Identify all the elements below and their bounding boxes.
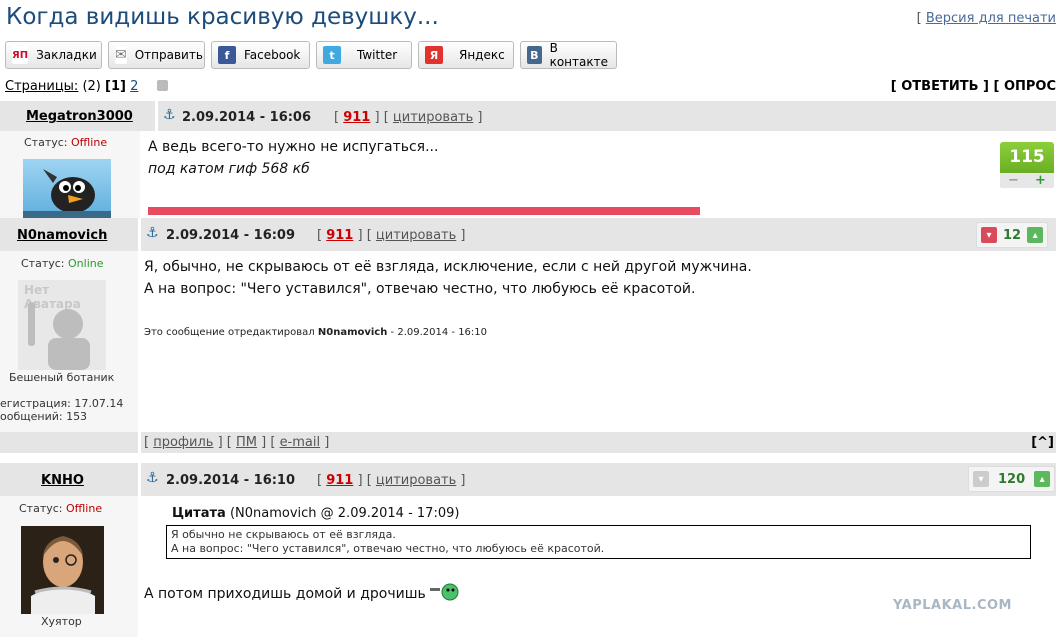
post-meta: [ 911 ] [ цитировать ] xyxy=(317,228,466,243)
avatar[interactable]: Нет Аватара xyxy=(18,280,106,370)
post-text: Я, обычно, не скрываюсь от её взгляда, и… xyxy=(144,259,752,297)
post-header: N0namovich ⚓ 2.09.2014 - 16:09 [ 911 ] [… xyxy=(0,218,1056,251)
thumb-up-icon[interactable]: ▴ xyxy=(1027,227,1044,243)
yandex-icon: Я xyxy=(425,46,443,64)
bookmarks-button[interactable]: ЯП Закладки xyxy=(5,41,102,69)
post-author[interactable]: Megatron3000 xyxy=(26,109,133,124)
user-status: Статус: Offline xyxy=(19,502,103,515)
facebook-button[interactable]: f Facebook xyxy=(211,41,310,69)
user-status: Статус: Online xyxy=(21,257,104,270)
thumb-up-icon[interactable]: ▴ xyxy=(1034,471,1051,487)
page-next-link[interactable]: 2 xyxy=(130,79,138,94)
watermark: YAPLAKAL.COM xyxy=(893,598,1012,613)
rating-value: 115 xyxy=(1009,147,1045,167)
post-text: А ведь всего-то нужно не испугаться... п… xyxy=(148,139,439,177)
post-date: 2.09.2014 - 16:10 xyxy=(166,473,296,488)
vk-icon: В xyxy=(527,46,542,64)
user-rank: Хуятор xyxy=(41,615,82,628)
user-status: Статус: Offline xyxy=(24,136,108,149)
post-number[interactable]: 911 xyxy=(326,473,353,488)
post-meta: [ 911 ] [ цитировать ] xyxy=(317,473,466,488)
anchor-icon[interactable]: ⚓ xyxy=(146,225,159,241)
twitter-button[interactable]: t Twitter xyxy=(316,41,412,69)
top-link[interactable]: [^] xyxy=(1031,435,1054,450)
envelope-icon: ✉ xyxy=(115,46,127,64)
post-body: Статус: Offline Хуятор Цитата (N0namovic… xyxy=(0,496,1056,637)
profile-links: [ профиль ] [ ПМ ] [ e-mail ] xyxy=(144,435,330,450)
post-body: Статус: Offline А ведь всего-то нужно не… xyxy=(0,131,1056,218)
print-version[interactable]: [ Версия для печати xyxy=(917,11,1056,26)
send-button[interactable]: ✉ Отправить xyxy=(108,41,205,69)
avatar[interactable] xyxy=(21,526,104,614)
avatar[interactable] xyxy=(23,159,111,218)
vk-button[interactable]: ВВ контакте xyxy=(520,41,617,69)
yandex-button[interactable]: Я Яндекс xyxy=(418,41,514,69)
user-registration: егистрация: 17.07.14 xyxy=(0,397,124,410)
user-rank: Бешеный ботаник xyxy=(9,371,115,384)
post-header: Megatron3000 ⚓ 2.09.2014 - 16:06 [ 911 ]… xyxy=(0,101,1056,131)
post-meta: [ 911 ] [ цитировать ] xyxy=(334,110,483,125)
post-text: А потом приходишь домой и дрочишь xyxy=(144,582,460,605)
thumb-down-icon[interactable]: ▾ xyxy=(973,471,989,487)
quote-link[interactable]: цитировать xyxy=(376,228,456,243)
rating: ▾ 12 ▴ xyxy=(976,222,1049,248)
smiley-icon xyxy=(430,582,460,602)
rating-value: 12 xyxy=(1003,227,1022,243)
anchor-icon[interactable]: ⚓ xyxy=(146,470,159,486)
page-jump-icon[interactable] xyxy=(156,80,168,91)
rating: ▾ 120 ▴ xyxy=(968,466,1056,492)
post-number[interactable]: 911 xyxy=(326,228,353,243)
post-date: 2.09.2014 - 16:09 xyxy=(166,228,296,243)
rating-box: 115 − + xyxy=(1000,142,1054,188)
quote-title: Цитата xyxy=(172,506,226,521)
quote-meta: (N0namovich @ 2.09.2014 - 17:09) xyxy=(229,506,460,521)
minus-icon[interactable]: − xyxy=(1008,173,1019,188)
email-link[interactable]: e-mail xyxy=(280,435,321,450)
rating-value: 120 xyxy=(998,471,1026,487)
post-author[interactable]: KNHO xyxy=(41,473,84,488)
edit-note: Это сообщение отредактировал N0namovich … xyxy=(144,327,488,338)
pagination: Страницы: (2) [1] 2 xyxy=(5,79,168,94)
pages-label[interactable]: Страницы: xyxy=(5,79,78,94)
spoiler-bar[interactable] xyxy=(148,207,700,215)
quote-box: Я обычно не скрываюсь от её взгляда. А н… xyxy=(166,525,1031,559)
post-author[interactable]: N0namovich xyxy=(17,228,107,243)
quote-link[interactable]: цитировать xyxy=(393,110,473,125)
quote-link[interactable]: цитировать xyxy=(376,473,456,488)
post-header: KNHO ⚓ 2.09.2014 - 16:10 [ 911 ] [ цитир… xyxy=(0,463,1056,496)
page-current: [1] xyxy=(105,79,126,94)
anchor-icon[interactable]: ⚓ xyxy=(163,107,176,123)
page-title: Когда видишь красивую девушку... xyxy=(6,4,439,30)
pm-link[interactable]: ПМ xyxy=(236,435,257,450)
plus-icon[interactable]: + xyxy=(1035,173,1046,188)
facebook-icon: f xyxy=(218,46,236,64)
quote-header: Цитата (N0namovich @ 2.09.2014 - 17:09) xyxy=(172,506,459,521)
post-number[interactable]: 911 xyxy=(343,110,370,125)
yap-icon: ЯП xyxy=(12,46,29,64)
share-bar: ЯП Закладки ✉ Отправить f Facebook t Twitter… xyxy=(5,41,617,69)
post-body: Статус: Online Нет Аватара Бешеный ботан… xyxy=(0,251,1056,432)
print-link[interactable]: Версия для печати xyxy=(926,11,1056,26)
twitter-icon: t xyxy=(323,46,341,64)
post-date: 2.09.2014 - 16:06 xyxy=(182,110,312,125)
post-footer: [ профиль ] [ ПМ ] [ e-mail ] [^] xyxy=(0,432,1056,453)
user-messages: ообщений: 153 xyxy=(0,410,88,423)
pages-count: (2) xyxy=(82,79,101,94)
thumb-down-icon[interactable]: ▾ xyxy=(981,227,997,243)
reply-links[interactable]: [ ОТВЕТИТЬ ] [ ОПРОС xyxy=(891,79,1056,94)
profile-link[interactable]: профиль xyxy=(153,435,213,450)
